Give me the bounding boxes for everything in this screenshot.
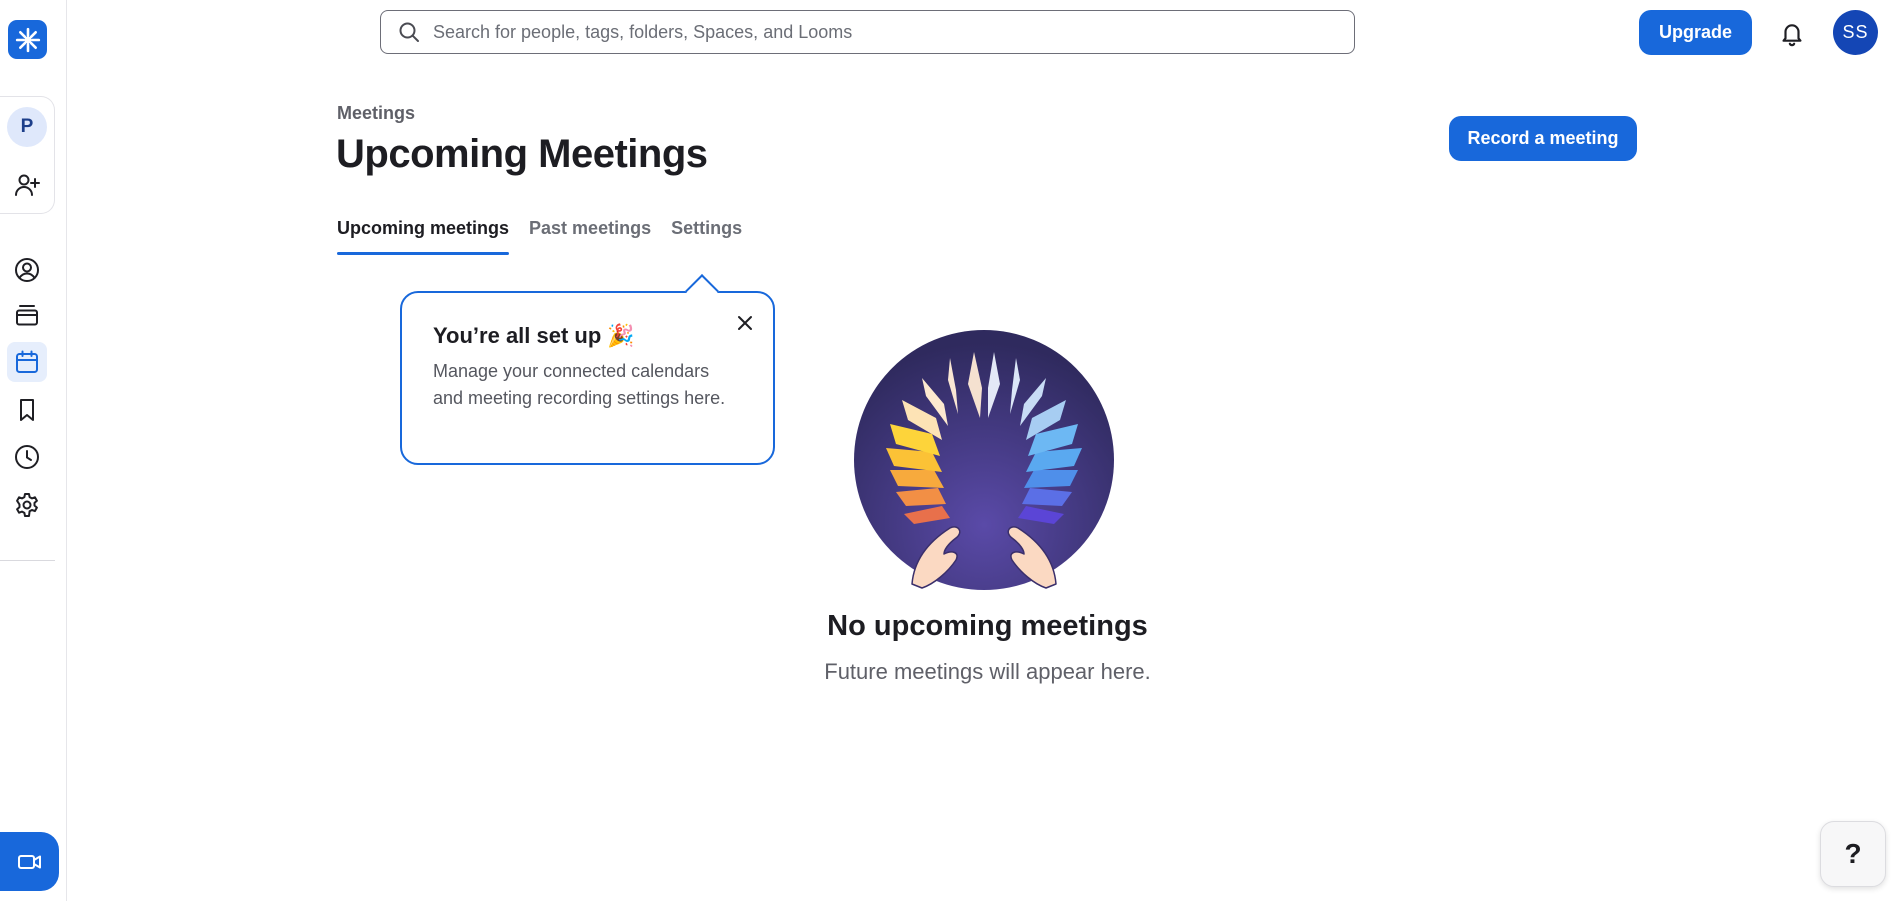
meetings-illustration (854, 330, 1114, 590)
empty-state-subtitle: Future meetings will appear here. (824, 659, 1151, 684)
user-circle-icon[interactable] (7, 250, 47, 290)
add-user-icon[interactable] (7, 165, 47, 205)
workspace-avatar[interactable]: P (7, 107, 47, 147)
setup-popover: You’re all set up 🎉 Manage your connecte… (400, 274, 775, 465)
search-input[interactable] (433, 21, 1333, 43)
sidebar-divider (0, 560, 55, 561)
popover-title: You’re all set up 🎉 (433, 323, 635, 348)
bell-icon[interactable] (1774, 16, 1810, 52)
video-camera-icon (17, 854, 41, 869)
record-meeting-button[interactable]: Record a meeting (1449, 116, 1637, 161)
page-title: Upcoming Meetings (336, 132, 708, 176)
help-button[interactable]: ? (1820, 821, 1886, 887)
calendar-icon[interactable] (7, 342, 47, 382)
tab-settings[interactable]: Settings (671, 218, 742, 255)
empty-state-title: No upcoming meetings (827, 610, 1148, 642)
tab-upcoming-meetings[interactable]: Upcoming meetings (337, 218, 510, 255)
tab-past-meetings[interactable]: Past meetings (529, 218, 651, 255)
workspace-group: P (0, 96, 55, 214)
clock-icon[interactable] (7, 437, 47, 477)
tabs: Upcoming meetings Past meetings Settings (337, 218, 762, 255)
user-avatar[interactable]: SS (1833, 10, 1878, 55)
popover-body: Manage your connected calendars and meet… (433, 361, 726, 408)
archive-box-icon[interactable] (7, 295, 47, 335)
search-icon (399, 22, 419, 42)
asterisk-icon (15, 27, 40, 52)
bookmark-icon[interactable] (7, 390, 47, 430)
upgrade-button[interactable]: Upgrade (1639, 10, 1752, 55)
record-video-button[interactable] (0, 832, 59, 891)
loom-logo-icon[interactable] (8, 20, 47, 59)
search-bar[interactable] (380, 10, 1355, 54)
breadcrumb[interactable]: Meetings (337, 103, 415, 124)
gear-icon[interactable] (7, 485, 47, 525)
popover-arrow (685, 274, 719, 308)
sidebar: P (0, 0, 67, 901)
